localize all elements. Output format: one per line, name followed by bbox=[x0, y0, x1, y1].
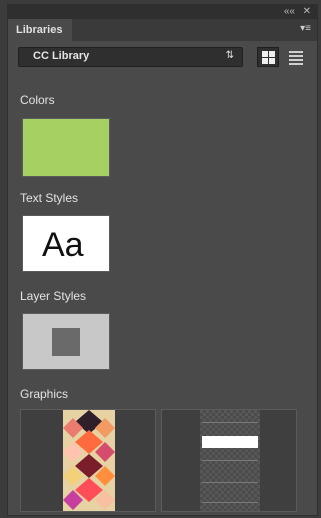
close-icon[interactable]: ✕ bbox=[303, 5, 311, 19]
list-view-icon bbox=[289, 63, 303, 65]
panel-topbar: «« ✕ bbox=[8, 5, 317, 19]
updown-arrows-icon: ⇅ bbox=[225, 50, 234, 61]
layer-style-tile[interactable] bbox=[22, 313, 110, 370]
color-swatch[interactable] bbox=[22, 118, 110, 177]
grid-view-button[interactable] bbox=[257, 47, 279, 67]
library-select[interactable]: CC Library ⇅ bbox=[18, 47, 243, 67]
collapse-icon[interactable]: «« bbox=[284, 5, 295, 19]
grid-view-icon bbox=[269, 51, 275, 57]
library-select-label: CC Library bbox=[33, 50, 90, 62]
section-title-layer-styles: Layer Styles bbox=[20, 289, 87, 303]
diamond-pattern-graphic bbox=[63, 410, 115, 511]
text-style-tile[interactable]: Aa bbox=[22, 215, 110, 272]
list-view-icon bbox=[289, 59, 303, 61]
list-view-icon bbox=[289, 55, 303, 57]
tab-libraries[interactable]: Libraries bbox=[8, 19, 72, 41]
section-title-text-styles: Text Styles bbox=[20, 191, 79, 205]
app-screen-graphic bbox=[200, 410, 260, 511]
section-title-colors: Colors bbox=[20, 93, 55, 107]
panel-tabrow: Libraries ▾≡ bbox=[8, 19, 317, 41]
section-title-graphics: Graphics bbox=[20, 387, 69, 401]
libraries-panel: «« ✕ Libraries ▾≡ CC Library ⇅ Colors Te… bbox=[8, 5, 317, 515]
library-row: CC Library ⇅ bbox=[8, 41, 317, 71]
list-view-icon bbox=[289, 51, 303, 53]
graphic-tile-diamond-pattern[interactable] bbox=[20, 409, 156, 512]
grid-view-icon bbox=[262, 58, 268, 64]
grid-view-icon bbox=[262, 51, 268, 57]
grid-view-icon bbox=[269, 58, 275, 64]
layer-style-preview-square bbox=[52, 328, 80, 356]
graphic-tile-app-screen[interactable] bbox=[161, 409, 297, 512]
text-style-sample: Aa bbox=[42, 226, 84, 264]
panel-menu-icon[interactable]: ▾≡ bbox=[300, 23, 311, 34]
list-view-button[interactable] bbox=[287, 48, 305, 66]
